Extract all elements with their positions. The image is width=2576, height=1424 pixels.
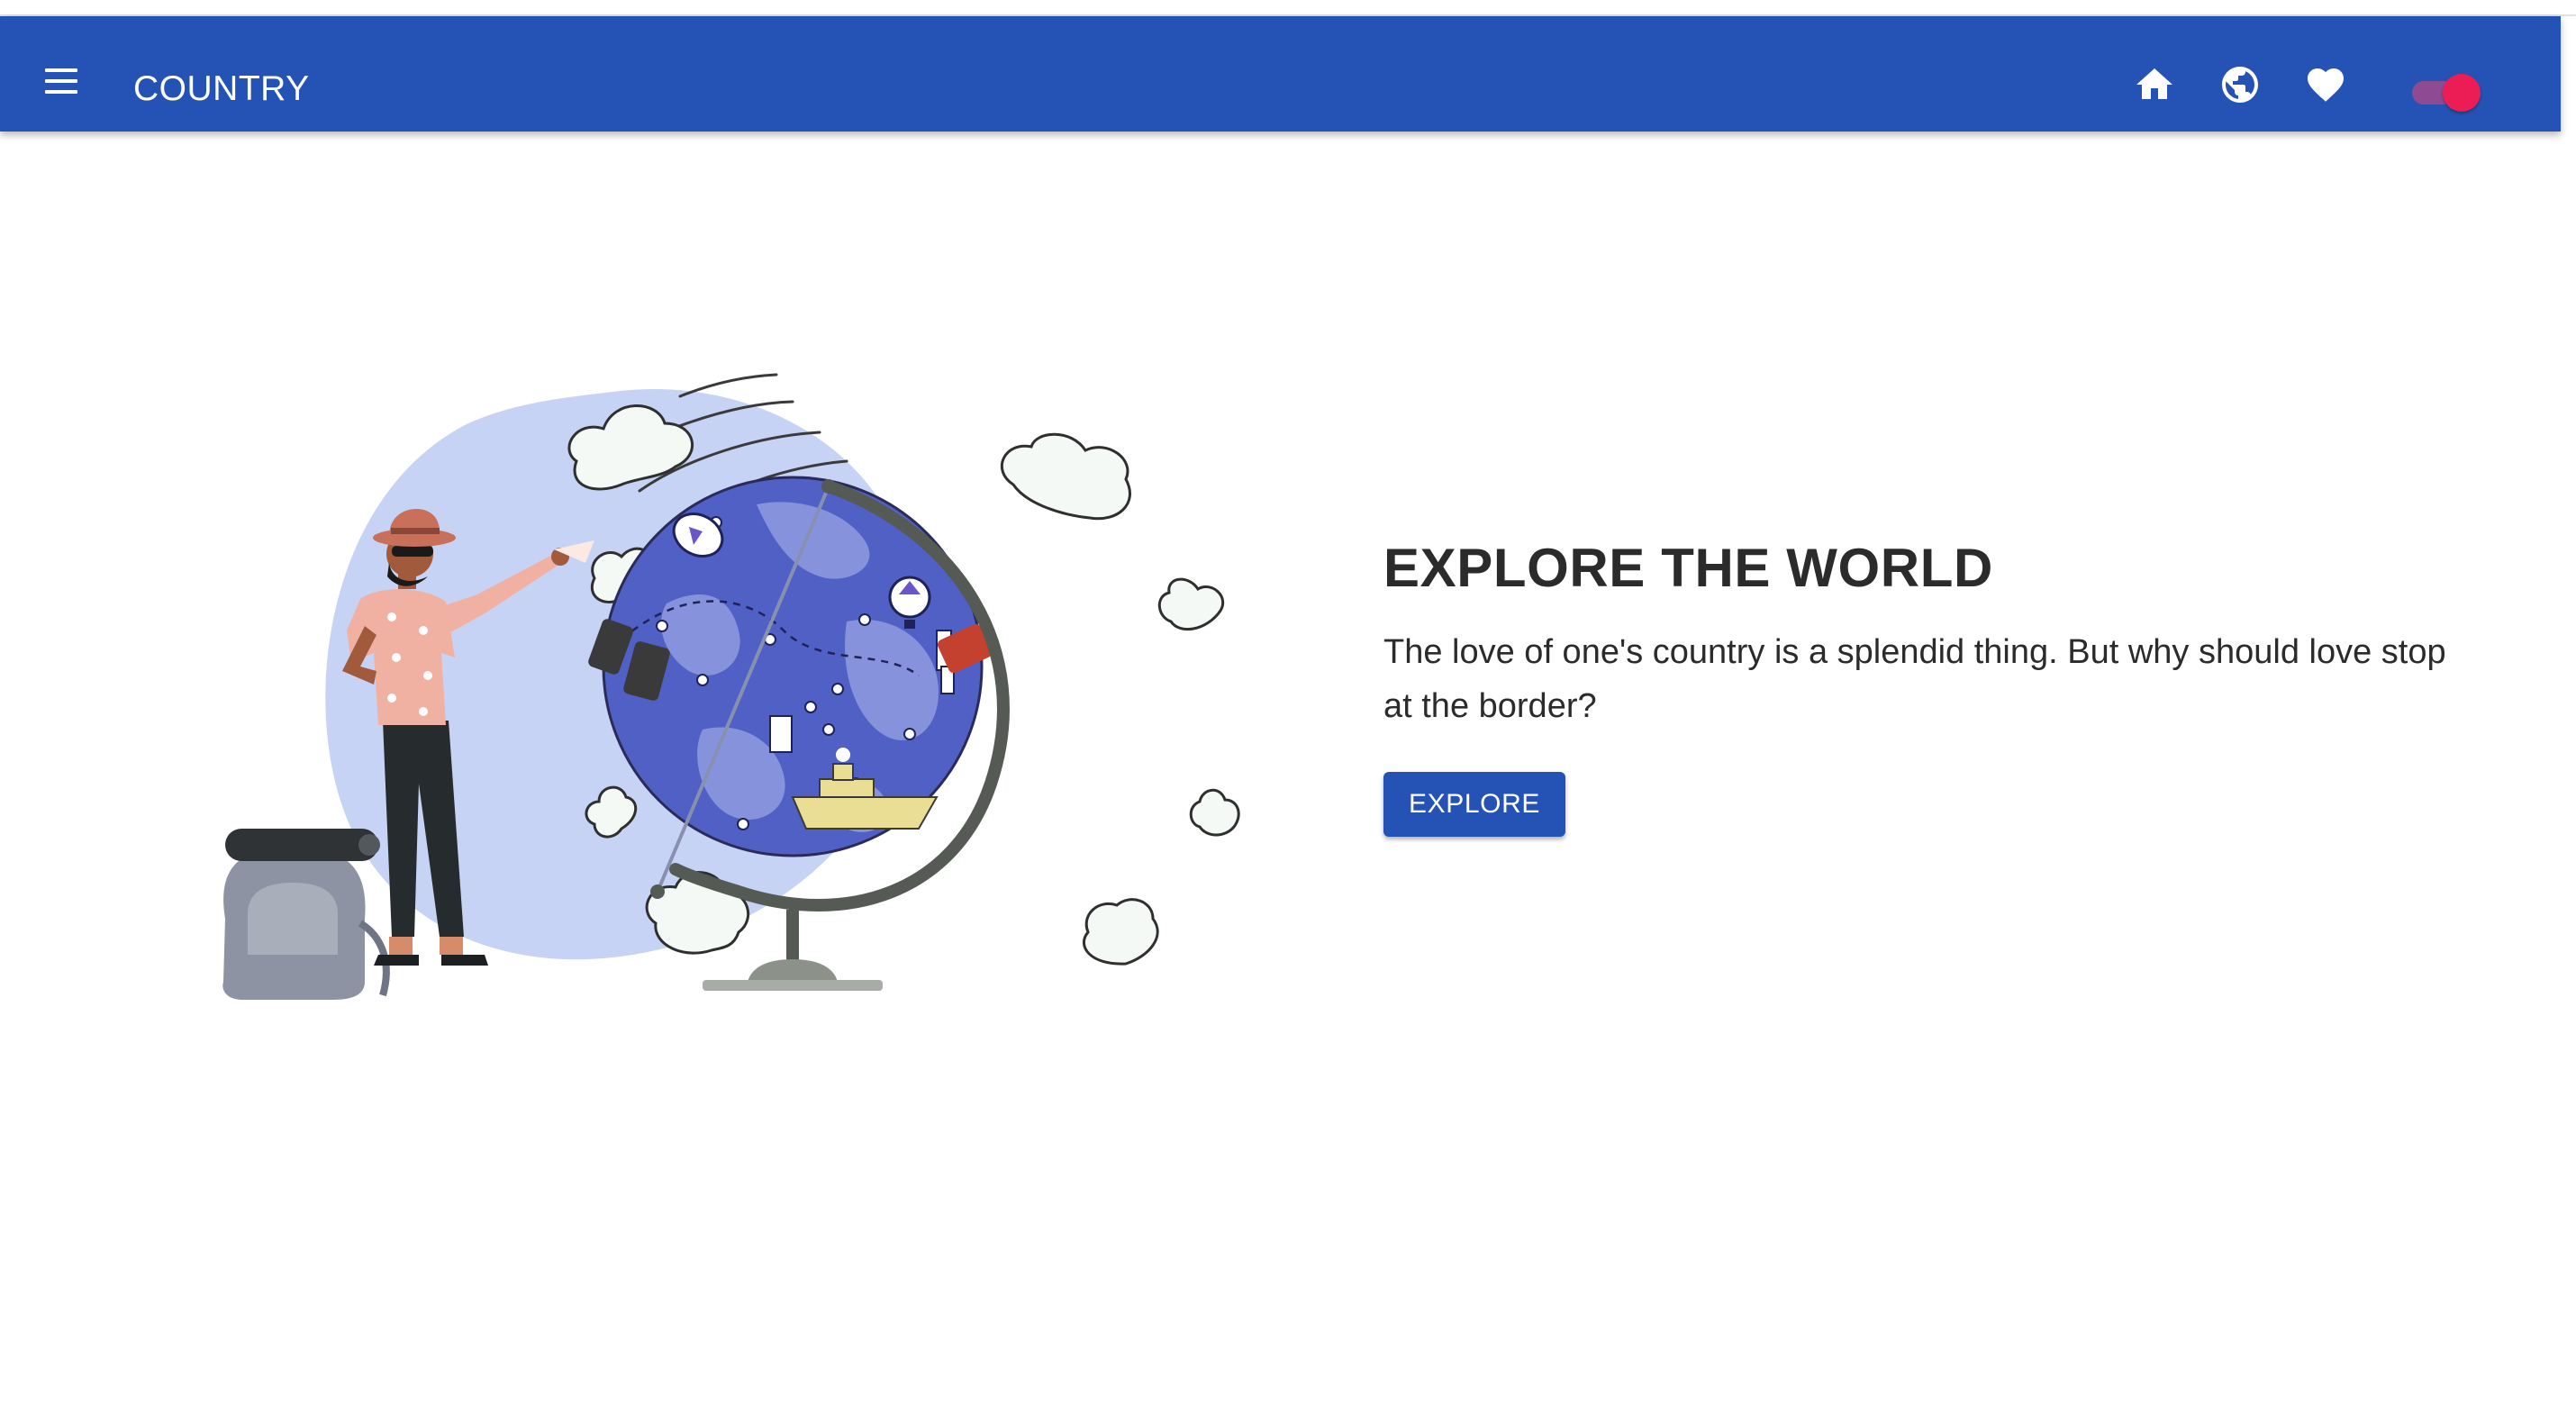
hero-description: The love of one's country is a splendid …	[1383, 633, 2446, 725]
menu-icon[interactable]	[36, 56, 86, 106]
heart-icon[interactable]	[2304, 63, 2347, 106]
backpack	[222, 829, 390, 1000]
hero-title: EXPLORE THE WORLD	[1383, 538, 1993, 598]
traveler-globe-illustration	[222, 373, 1240, 1000]
app-title: COUNTRY	[133, 69, 310, 108]
globe-base-plate	[703, 980, 883, 991]
globe-base	[748, 959, 838, 982]
explore-button[interactable]: EXPLORE	[1383, 772, 1565, 837]
toggle-thumb	[2443, 74, 2481, 112]
theme-toggle[interactable]	[2407, 72, 2482, 112]
browser-top-edge	[0, 0, 2576, 16]
app-bar: COUNTRY	[0, 16, 2561, 132]
home-icon[interactable]	[2133, 63, 2176, 106]
globe-icon[interactable]	[2218, 63, 2262, 106]
